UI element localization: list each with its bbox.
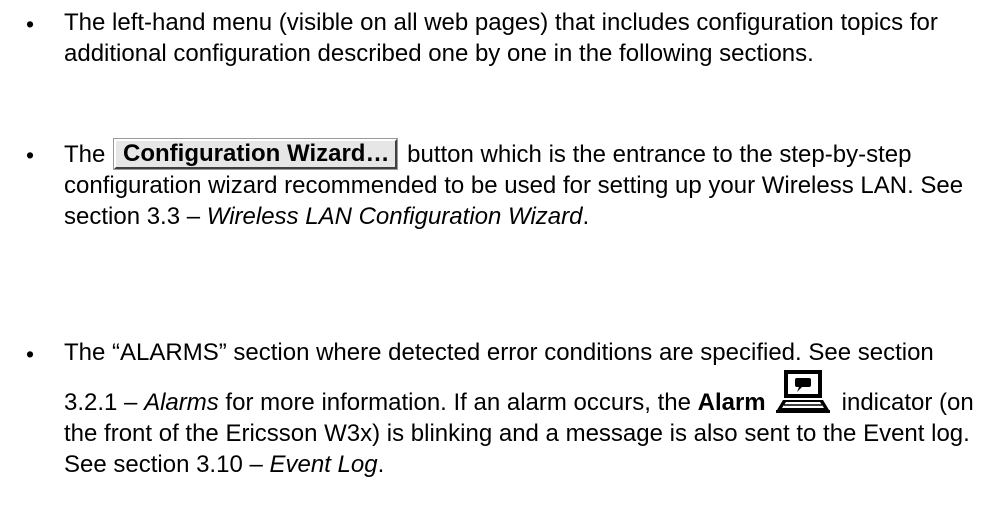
bullet-marker: • <box>26 142 35 168</box>
document-page: • The left-hand menu (visible on all web… <box>0 0 1003 509</box>
configuration-wizard-button[interactable]: Configuration Wizard… <box>114 139 398 169</box>
bullet-item-alarms: The “ALARMS” section where detected erro… <box>64 337 984 480</box>
bullet-marker: • <box>26 341 35 367</box>
bullet-marker: • <box>26 11 35 37</box>
bullet-item-wizard: The Configuration Wizard… button which i… <box>64 139 984 232</box>
alarm-label: Alarm <box>697 389 766 416</box>
section-reference: Alarms <box>144 389 219 416</box>
paragraph-text: The left-hand menu (visible on all web p… <box>64 9 938 67</box>
alarm-indicator-icon <box>774 368 832 414</box>
paragraph-lead: The <box>64 141 106 168</box>
section-reference: Event Log <box>269 451 378 478</box>
paragraph-text: for more information. If an alarm occurs… <box>225 389 691 416</box>
paragraph-end: . <box>377 451 385 478</box>
bullet-item-menu: The left-hand menu (visible on all web p… <box>64 7 984 69</box>
paragraph-end: . <box>582 203 590 230</box>
section-reference: Wireless LAN Configuration Wizard <box>206 203 583 230</box>
